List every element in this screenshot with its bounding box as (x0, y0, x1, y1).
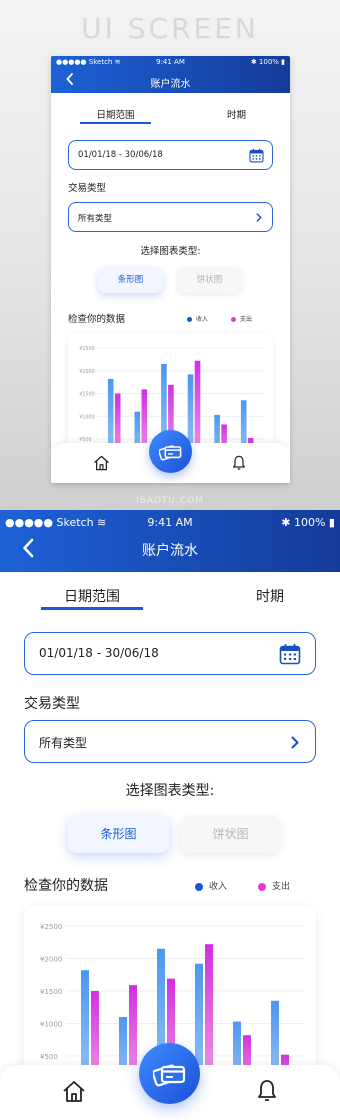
legend-income: 收入 (195, 879, 227, 892)
date-range-value: 01/01/18 - 30/06/18 (78, 150, 163, 160)
date-range-value: 01/01/18 - 30/06/18 (39, 646, 159, 660)
bell-icon[interactable] (257, 1079, 277, 1103)
transaction-type-value: 所有类型 (78, 214, 113, 224)
transaction-type-label: 交易类型 (24, 696, 80, 712)
legend-income: 收入 (187, 314, 208, 323)
phone-mockup: ●●●●● Sketch ≋ 9:41 AM ✱ 100% ▮ 账户流水 日期范… (51, 56, 290, 483)
preview-heading: UI SCREEN (81, 12, 259, 45)
y-tick-label: ¥2000 (79, 369, 95, 375)
data-section-title: 检查你的数据 (24, 878, 108, 894)
preview-section: UI SCREEN ●●●●● Sketch ≋ 9:41 AM ✱ 100% … (0, 0, 340, 510)
date-range-field[interactable]: 01/01/18 - 30/06/18 (68, 140, 273, 170)
chart-type-label: 选择图表类型: (140, 246, 201, 257)
transaction-type-select[interactable]: 所有类型 (68, 202, 273, 232)
transaction-type-value: 所有类型 (39, 736, 88, 750)
page-title: 账户流水 (150, 79, 191, 90)
tab-period[interactable]: 时期 (256, 586, 284, 606)
date-range-field[interactable]: 01/01/18 - 30/06/18 (24, 632, 316, 675)
status-bar: ●●●●● Sketch ≋ 9:41 AM ✱ 100% ▮ (51, 56, 290, 69)
bell-icon[interactable] (232, 455, 246, 471)
y-tick-label: ¥1000 (79, 414, 95, 420)
header: ●●●●● Sketch ≋ 9:41 AM ✱ 100% ▮ 账户流水 (51, 56, 290, 93)
pie-chart-button[interactable]: 饼状图 (180, 815, 281, 853)
calendar-icon[interactable] (249, 148, 264, 163)
y-tick-label: ¥2500 (40, 923, 62, 931)
cards-icon (159, 445, 182, 461)
y-tick-label: ¥2500 (79, 346, 95, 352)
bar-chart-button[interactable]: 条形图 (68, 815, 169, 853)
y-tick-label: ¥2000 (40, 956, 62, 964)
main-screen: ●●●●● Sketch ≋ 9:41 AM ✱ 100% ▮ 账户流水 日期范… (0, 510, 340, 1120)
battery-label: ✱ 100% ▮ (281, 516, 335, 529)
fab-cards-button[interactable] (139, 1043, 200, 1104)
y-tick-label: ¥1500 (40, 988, 62, 996)
fab-cards-button[interactable] (149, 430, 192, 473)
chart-type-label: 选择图表类型: (125, 783, 215, 799)
chevron-right-icon (256, 213, 262, 222)
battery-label: ✱ 100% ▮ (250, 58, 285, 66)
y-tick-label: ¥1500 (79, 392, 95, 398)
tab-period[interactable]: 时期 (227, 107, 246, 121)
home-icon[interactable] (93, 455, 110, 471)
pie-chart-button[interactable]: 饼状图 (177, 267, 242, 293)
tab-active-indicator (80, 122, 151, 124)
header: ●●●●● Sketch ≋ 9:41 AM ✱ 100% ▮ 账户流水 (0, 510, 340, 572)
legend-expense: 支出 (231, 314, 252, 323)
tab-date-range[interactable]: 日期范围 (80, 107, 151, 121)
tab-bar: 日期范围 时期 (51, 107, 290, 127)
tab-active-indicator (41, 607, 143, 610)
bar-chart-button[interactable]: 条形图 (98, 267, 163, 293)
watermark: IBAOTU.COM (136, 496, 204, 506)
home-icon[interactable] (62, 1080, 86, 1103)
cards-icon (153, 1064, 186, 1087)
y-tick-label: ¥1000 (40, 1021, 62, 1029)
tab-date-range[interactable]: 日期范围 (41, 586, 143, 606)
calendar-icon[interactable] (279, 643, 301, 665)
chevron-right-icon (291, 736, 299, 749)
transaction-type-select[interactable]: 所有类型 (24, 720, 316, 763)
data-section-title: 检查你的数据 (68, 314, 126, 325)
legend-expense: 支出 (258, 879, 290, 892)
y-tick-label: ¥500 (40, 1053, 58, 1061)
transaction-type-label: 交易类型 (68, 183, 107, 194)
page-title: 账户流水 (142, 543, 198, 559)
